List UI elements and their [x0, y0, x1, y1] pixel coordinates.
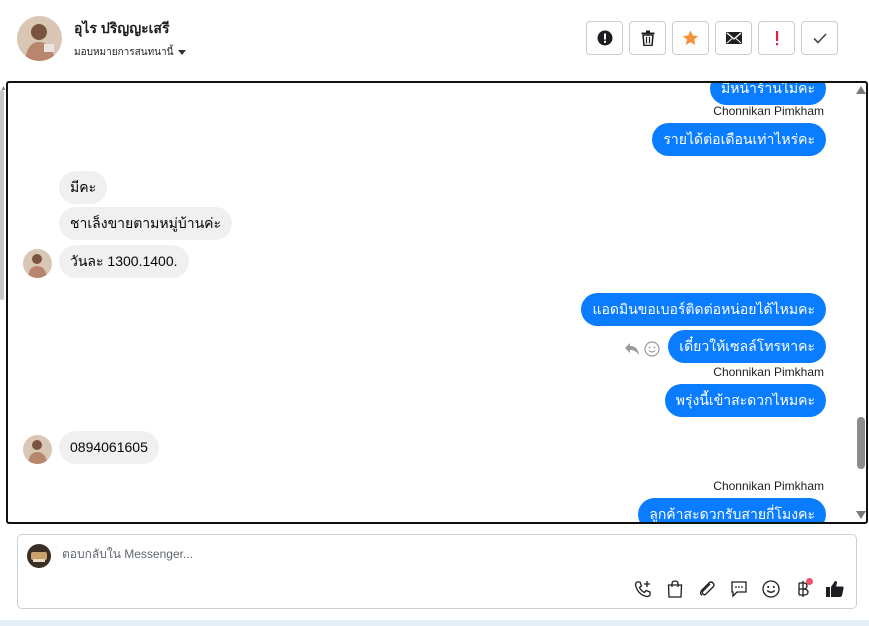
emoji-react-icon[interactable] [644, 341, 660, 357]
message-incoming: 0894061605 [59, 431, 159, 464]
contact-name: อุไร ปริญญะเสรี [74, 20, 170, 36]
phone-add-icon [634, 581, 651, 598]
exclamation-icon [775, 31, 778, 46]
contact-avatar-small [23, 249, 52, 278]
sender-name: Chonnikan Pimkham [713, 104, 824, 118]
paperclip-icon [699, 581, 715, 596]
delete-button[interactable] [629, 21, 666, 55]
attach-button[interactable] [696, 578, 718, 600]
message-outgoing: รายได้ต่อเดือนเท่าไหร่คะ [652, 123, 826, 156]
page-avatar [27, 544, 51, 568]
scroll-up-arrow[interactable] [856, 86, 866, 94]
message-incoming: วันละ 1300.1400. [59, 245, 189, 278]
message-outgoing: พรุ่งนี้เข้าสะดวกไหมคะ [664, 384, 826, 417]
message-outgoing: มีหน้าร้านไม่คะ [710, 83, 826, 105]
thumbs-up-icon [826, 581, 844, 597]
caret-down-icon [178, 50, 187, 55]
page-scrollbar[interactable] [0, 90, 4, 300]
check-icon [812, 32, 827, 44]
alert-circle-icon [597, 30, 612, 46]
star-button[interactable] [672, 21, 709, 55]
sender-name: Chonnikan Pimkham [713, 479, 824, 493]
shop-button[interactable] [664, 578, 686, 600]
message-incoming: มีคะ [59, 171, 108, 204]
conversation-actions [586, 21, 838, 55]
follow-up-button[interactable] [758, 21, 795, 55]
contact-avatar[interactable] [17, 16, 62, 61]
page-bottom-strip [0, 620, 869, 626]
like-button[interactable] [824, 578, 846, 600]
reply-icon[interactable] [624, 342, 640, 356]
star-icon [682, 30, 699, 45]
message-outgoing: ลูกค้าสะดวกรับสายกี่โมงคะ [638, 498, 826, 522]
notification-dot [806, 578, 813, 585]
reply-input[interactable] [62, 547, 622, 561]
mark-unread-button[interactable] [715, 21, 752, 55]
shopping-bag-icon [667, 580, 683, 598]
envelope-icon [725, 32, 742, 44]
assign-conversation-dropdown[interactable]: มอบหมายการสนทนานี้ [74, 45, 187, 60]
assign-label: มอบหมายการสนทนานี้ [74, 47, 174, 58]
saved-replies-button[interactable] [728, 578, 750, 600]
emoji-button[interactable] [760, 578, 782, 600]
call-button[interactable] [632, 578, 654, 600]
message-outgoing: เดี๋ยวให้เซลล์โทรหาคะ [668, 330, 826, 363]
composer-toolbar [632, 578, 846, 600]
reply-composer [17, 534, 857, 609]
thread-scrollbar-thumb[interactable] [857, 417, 865, 469]
message-hover-actions [624, 341, 660, 357]
scroll-down-arrow[interactable] [856, 511, 866, 519]
done-button[interactable] [801, 21, 838, 55]
sender-name: Chonnikan Pimkham [713, 365, 824, 379]
message-incoming: ชาเล็งขายตามหมู่บ้านค่ะ [59, 207, 233, 240]
message-thread[interactable]: มีหน้าร้านไม่คะ Chonnikan Pimkham รายได้… [6, 81, 868, 524]
contact-avatar-small [23, 435, 52, 464]
emoji-icon [762, 580, 780, 598]
spam-button[interactable] [586, 21, 623, 55]
payment-button[interactable] [792, 578, 814, 600]
message-outgoing: แอดมินขอเบอร์ติดต่อหน่อยได้ไหมคะ [581, 293, 826, 326]
trash-icon [641, 30, 654, 46]
chat-bubble-icon [731, 581, 747, 598]
